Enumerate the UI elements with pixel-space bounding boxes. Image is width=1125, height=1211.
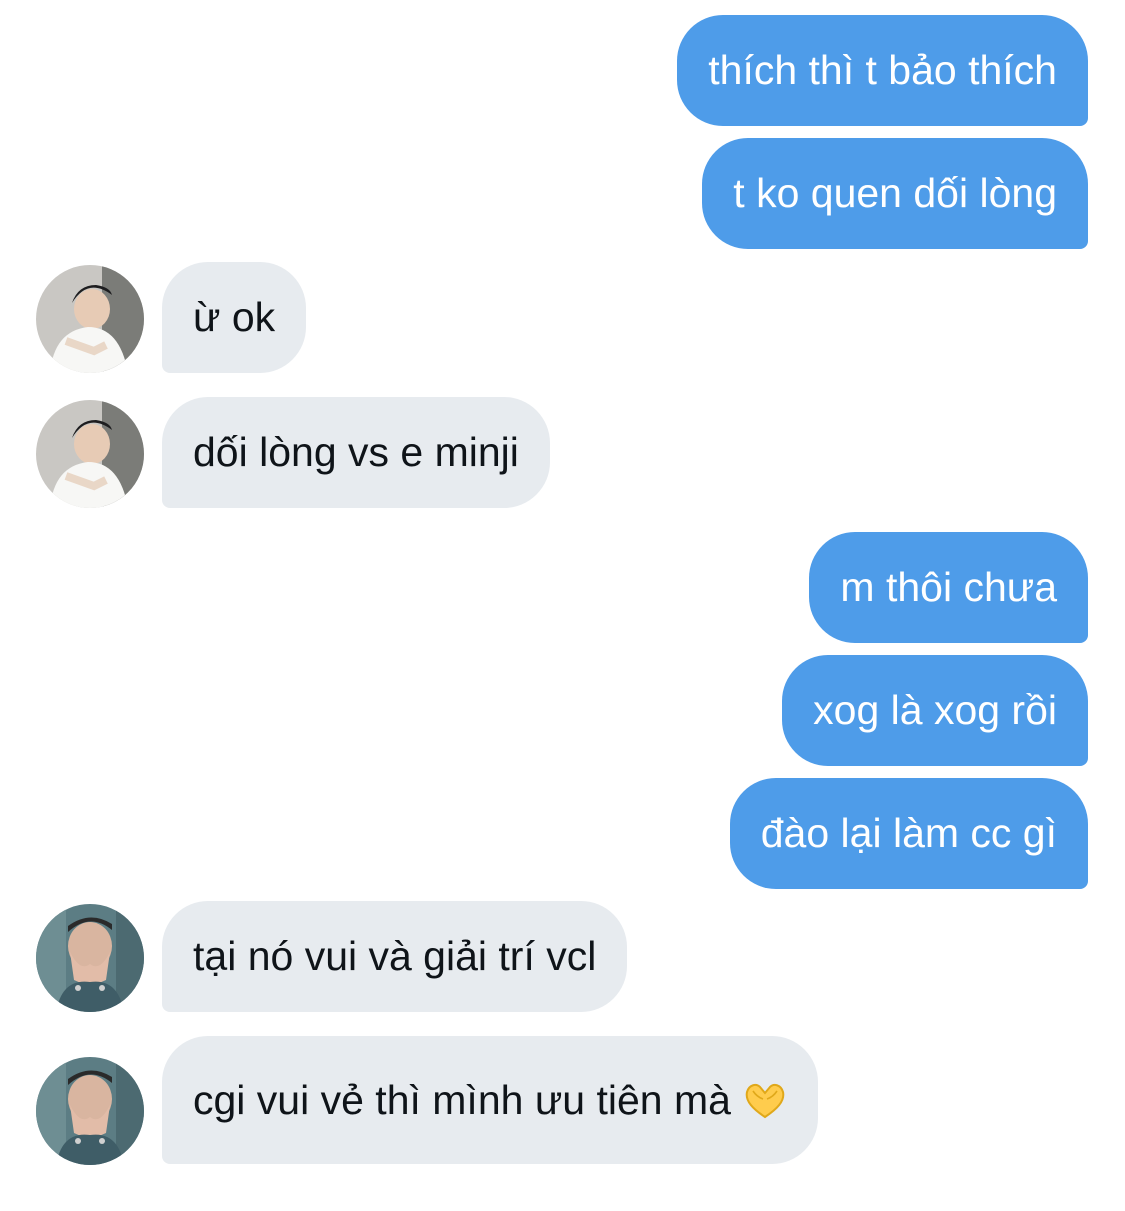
- incoming-message-bubble[interactable]: tại nó vui và giải trí vcl: [162, 901, 628, 1012]
- avatar-hands-face[interactable]: [36, 904, 144, 1012]
- message-text: thích thì t bảo thích: [708, 47, 1057, 93]
- avatar-hands-face[interactable]: [36, 1057, 144, 1165]
- message-text: m thôi chưa: [840, 564, 1057, 610]
- incoming-message-bubble[interactable]: cgi vui vẻ thì mình ưu tiên mà: [162, 1036, 818, 1164]
- outgoing-message-bubble[interactable]: thích thì t bảo thích: [677, 15, 1088, 126]
- outgoing-message-bubble[interactable]: xog là xog rồi: [782, 655, 1088, 766]
- message-text: đào lại làm cc gì: [760, 810, 1057, 856]
- message-text: cgi vui vẻ thì mình ưu tiên mà: [193, 1076, 731, 1123]
- message-text: ừ ok: [193, 294, 276, 340]
- incoming-message-bubble[interactable]: ừ ok: [162, 262, 307, 373]
- avatar-white-shirt[interactable]: [36, 400, 144, 508]
- message-text: xog là xog rồi: [813, 687, 1057, 733]
- message-text: t ko quen dối lòng: [733, 170, 1057, 216]
- avatar-white-shirt[interactable]: [36, 265, 144, 373]
- message-text: tại nó vui và giải trí vcl: [193, 933, 597, 979]
- outgoing-message-bubble[interactable]: đào lại làm cc gì: [729, 778, 1088, 889]
- outgoing-message-bubble[interactable]: m thôi chưa: [809, 532, 1088, 643]
- outgoing-message-bubble[interactable]: t ko quen dối lòng: [702, 138, 1088, 249]
- heart-hands-emoji: [743, 1081, 787, 1119]
- incoming-message-bubble[interactable]: dối lòng vs e minji: [162, 397, 550, 508]
- message-text: dối lòng vs e minji: [193, 429, 519, 475]
